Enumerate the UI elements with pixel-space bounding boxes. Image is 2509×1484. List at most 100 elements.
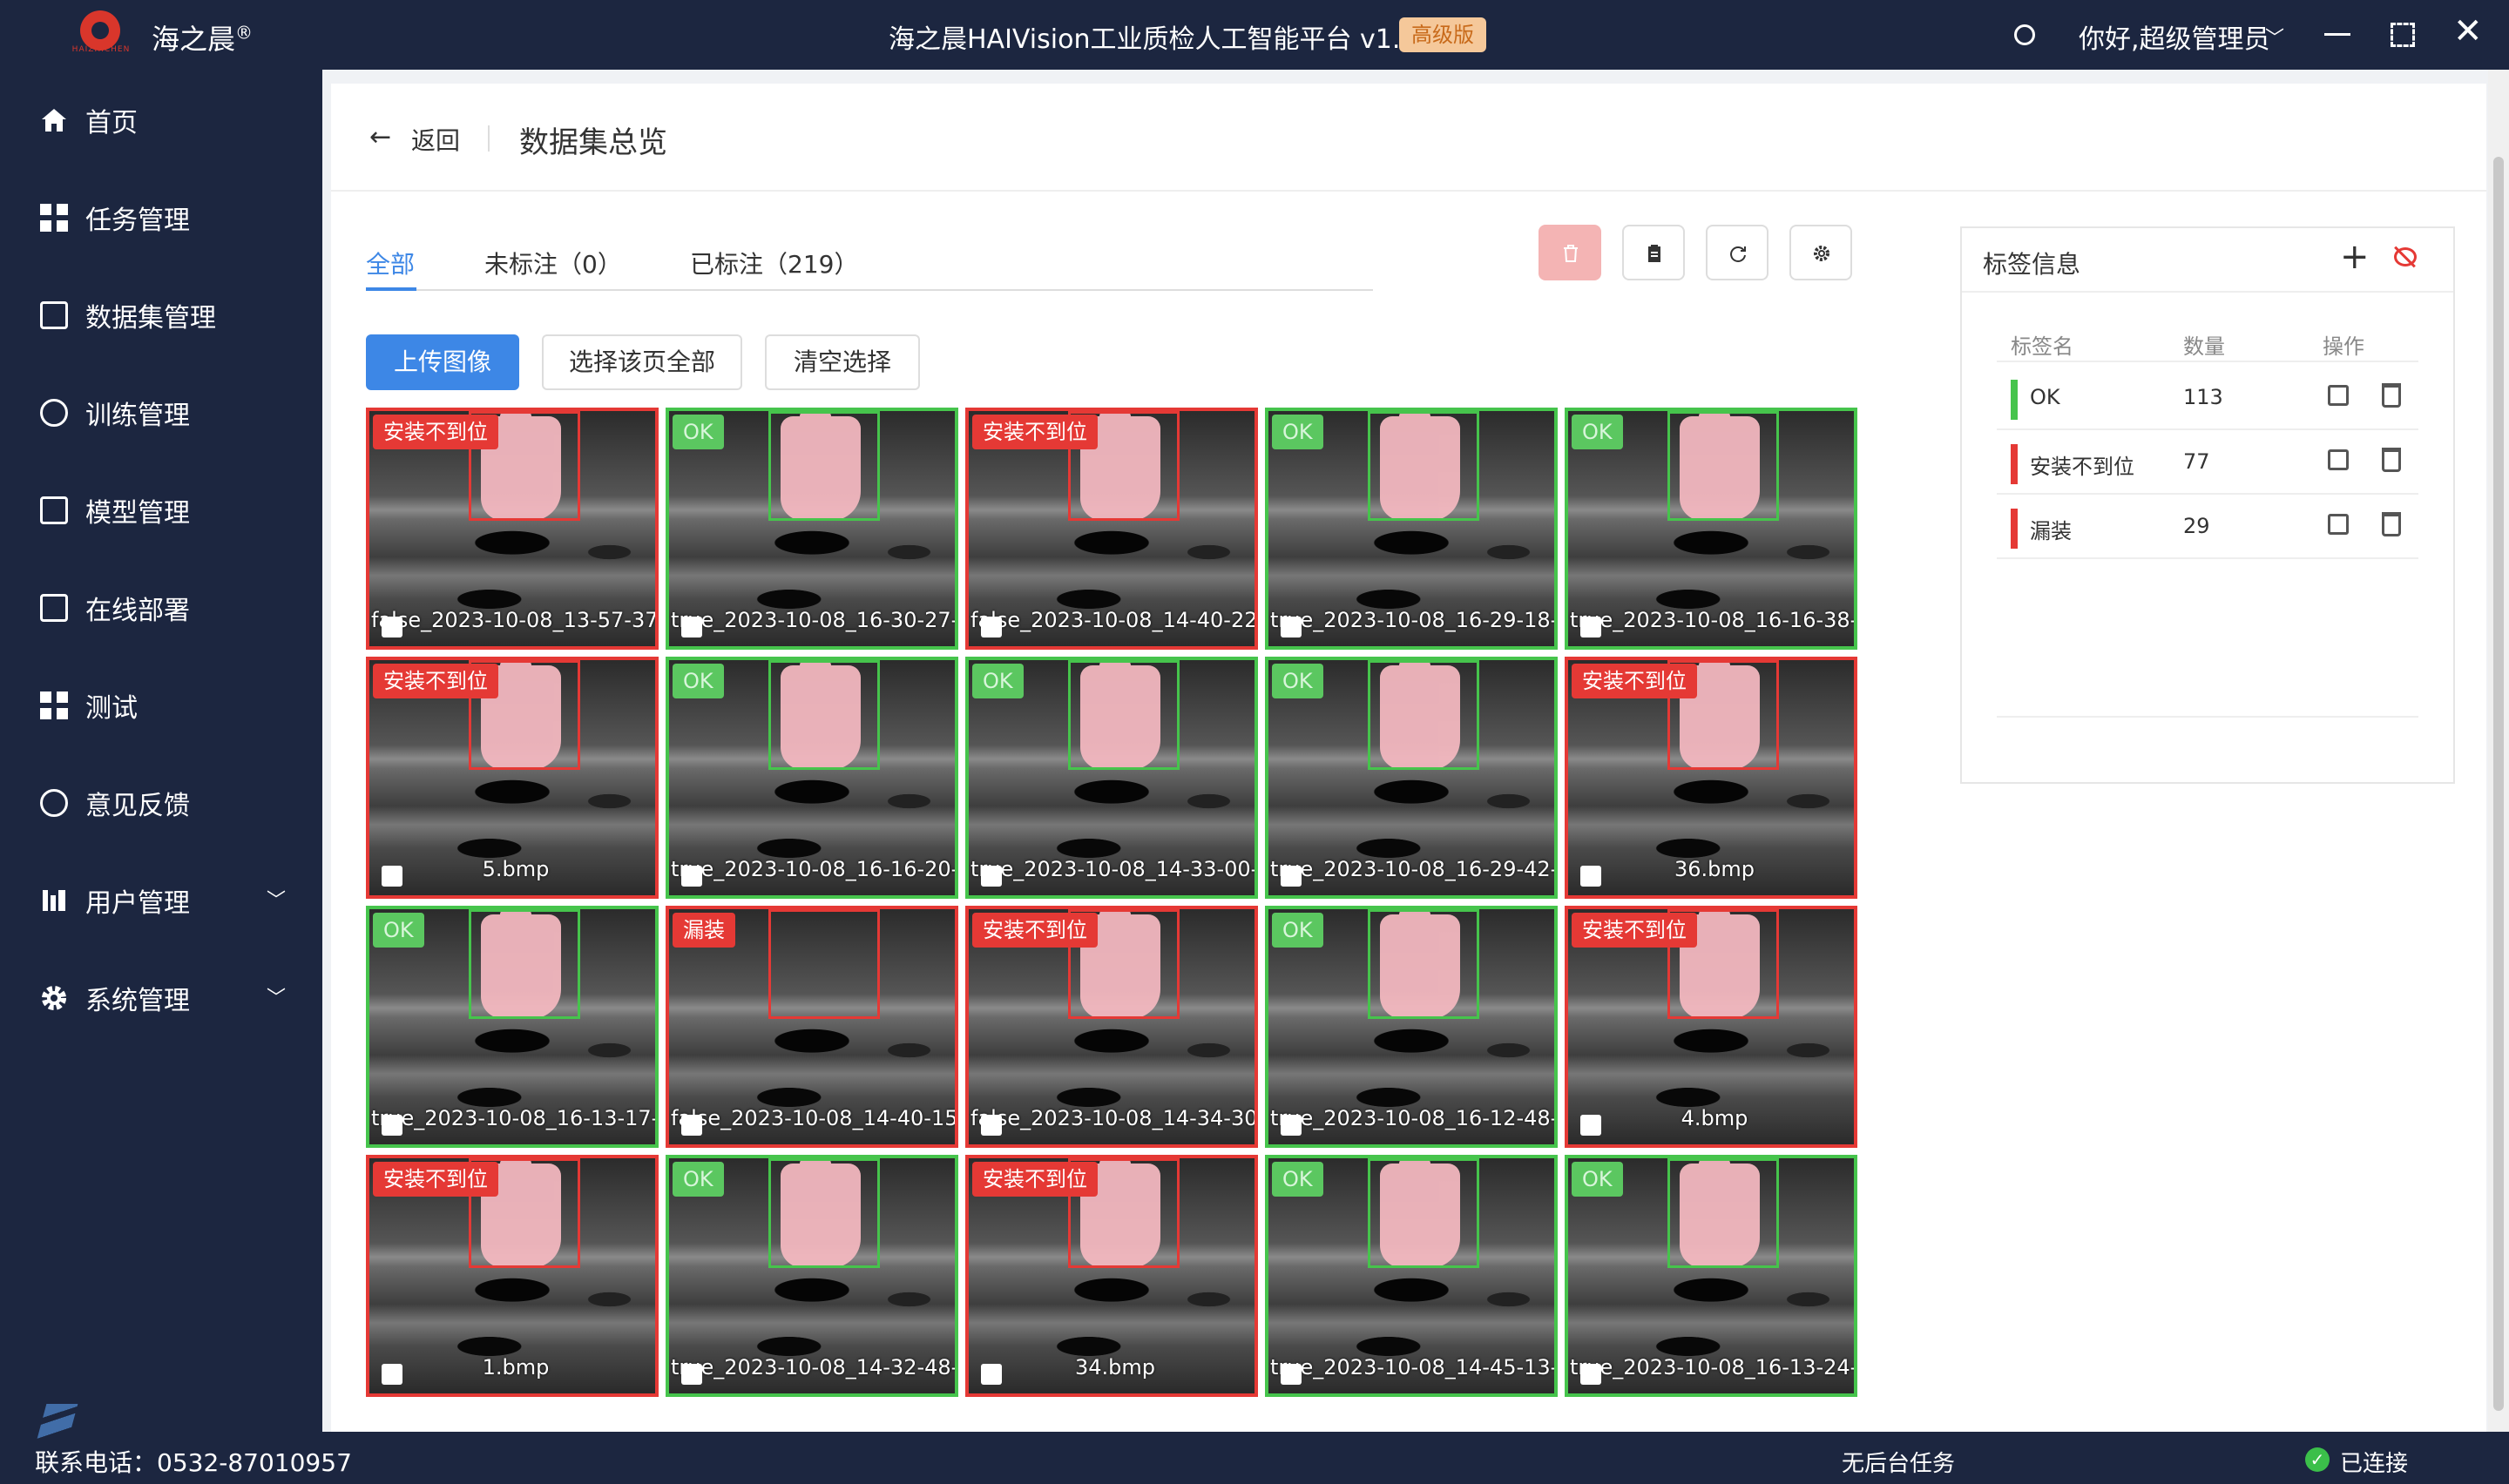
annotation-box	[469, 909, 580, 1019]
vertical-scrollbar[interactable]	[2488, 70, 2509, 1432]
back-button[interactable]: 返回	[411, 122, 460, 157]
sidebar-item-test[interactable]: 测试	[0, 655, 322, 752]
tile-checkbox[interactable]	[1580, 617, 1601, 637]
image-tile[interactable]: OK true_2023-10-08_16-12-48-3	[1265, 906, 1558, 1148]
back-arrow-icon[interactable]: ←	[369, 122, 391, 152]
user-menu[interactable]: 你好,超级管理员	[2079, 17, 2270, 56]
tile-checkbox[interactable]	[382, 1115, 402, 1136]
close-icon[interactable]: ✕	[2453, 14, 2483, 49]
label-color-swatch	[2011, 444, 2018, 484]
tile-checkbox[interactable]	[681, 1364, 702, 1385]
select-page-all-button[interactable]: 选择该页全部	[542, 334, 742, 390]
tile-checkbox[interactable]	[1281, 866, 1302, 887]
tile-checkbox[interactable]	[681, 866, 702, 887]
label-name-header: 标签名	[2011, 334, 2073, 359]
tile-filename: true_2023-10-08_14-45-13-3	[1270, 1355, 1558, 1379]
image-tile[interactable]: OK true_2023-10-08_14-33-00-9	[965, 657, 1258, 899]
clipboard-button[interactable]	[1622, 225, 1685, 280]
refresh-button[interactable]	[1706, 225, 1768, 280]
logo-subtext: HAIZHICHEN	[71, 45, 131, 54]
sidebar-item-deploy[interactable]: 在线部署	[0, 557, 322, 655]
label-info-panel: 标签信息 + 标签名 数量 操作 OK 113 安装不到位 77 漏装 29	[1960, 226, 2455, 784]
label-panel-title: 标签信息	[1983, 250, 2081, 279]
status-bar: 联系电话：0532-87010957 无后台任务 ✓ 已连接	[0, 1432, 2509, 1484]
tile-filename: 4.bmp	[1681, 1106, 1748, 1130]
tile-checkbox[interactable]	[981, 617, 1002, 637]
sidebar-item-label: 训练管理	[85, 401, 190, 431]
tile-checkbox[interactable]	[1580, 1115, 1601, 1136]
image-tile[interactable]: 安装不到位 false_2023-10-08_14-40-22-1	[965, 408, 1258, 650]
tile-checkbox[interactable]	[382, 866, 402, 887]
tile-checkbox[interactable]	[981, 1115, 1002, 1136]
tab-unlabeled[interactable]: 未标注（0）	[484, 246, 622, 280]
tile-checkbox[interactable]	[382, 1364, 402, 1385]
image-tile[interactable]: OK true_2023-10-08_16-16-38-6	[1565, 408, 1857, 650]
sidebar-item-home[interactable]: 首页	[0, 70, 322, 167]
tile-checkbox[interactable]	[1281, 1364, 1302, 1385]
sidebar-item-label: 首页	[85, 108, 138, 138]
image-tile[interactable]: 安装不到位 false_2023-10-08_14-34-30-2	[965, 906, 1258, 1148]
tile-checkbox[interactable]	[1281, 617, 1302, 637]
trash-icon[interactable]	[2382, 383, 2401, 408]
image-tile[interactable]: OK true_2023-10-08_16-29-42-7	[1265, 657, 1558, 899]
image-tile[interactable]: OK true_2023-10-08_16-16-20-5	[666, 657, 958, 899]
image-tile[interactable]: 漏装 false_2023-10-08_14-40-15-6	[666, 906, 958, 1148]
image-tile[interactable]: 安装不到位 36.bmp	[1565, 657, 1857, 899]
clear-selection-button[interactable]: 清空选择	[765, 334, 920, 390]
tile-tag: OK	[972, 664, 1024, 698]
annotation-box	[768, 1158, 880, 1268]
trash-icon[interactable]	[2382, 512, 2401, 536]
tile-checkbox[interactable]	[981, 866, 1002, 887]
edit-icon[interactable]	[2328, 449, 2349, 470]
edit-icon[interactable]	[2328, 514, 2349, 535]
tile-checkbox[interactable]	[681, 1115, 702, 1136]
sidebar-item-system[interactable]: 系统管理 ﹀	[0, 948, 322, 1045]
image-tile[interactable]: OK true_2023-10-08_16-13-24-1	[1565, 1155, 1857, 1397]
tile-filename: false_2023-10-08_14-34-30-2	[970, 1106, 1258, 1130]
image-tile[interactable]: OK true_2023-10-08_16-30-27-8	[666, 408, 958, 650]
active-tab-indicator	[366, 287, 416, 291]
tile-checkbox[interactable]	[382, 617, 402, 637]
users-icon	[43, 890, 65, 911]
delete-button[interactable]	[1539, 225, 1601, 280]
image-tile[interactable]: OK true_2023-10-08_16-29-18-1	[1265, 408, 1558, 650]
trash-icon[interactable]	[2382, 448, 2401, 472]
add-label-icon[interactable]: +	[2340, 237, 2370, 277]
image-tile[interactable]: OK true_2023-10-08_14-32-48-7	[666, 1155, 958, 1397]
edition-badge: 高级版	[1399, 17, 1486, 52]
tile-checkbox[interactable]	[1580, 866, 1601, 887]
tile-checkbox[interactable]	[981, 1364, 1002, 1385]
image-tile[interactable]: 安装不到位 4.bmp	[1565, 906, 1857, 1148]
tab-all[interactable]: 全部	[366, 246, 415, 280]
tile-tag: 安装不到位	[972, 913, 1098, 948]
gear-icon	[42, 986, 66, 1010]
maximize-icon[interactable]	[2391, 23, 2415, 47]
sidebar-item-users[interactable]: 用户管理 ﹀	[0, 850, 322, 948]
minimize-icon[interactable]	[2324, 33, 2350, 36]
tab-labeled[interactable]: 已标注（219）	[690, 246, 858, 280]
tile-checkbox[interactable]	[1281, 1115, 1302, 1136]
edit-icon[interactable]	[2328, 385, 2349, 406]
upload-images-button[interactable]: 上传图像	[366, 334, 519, 390]
sidebar-item-datasets[interactable]: 数据集管理	[0, 265, 322, 362]
image-tile[interactable]: OK true_2023-10-08_14-45-13-3	[1265, 1155, 1558, 1397]
tile-checkbox[interactable]	[1580, 1364, 1601, 1385]
sidebar-item-training[interactable]: 训练管理	[0, 362, 322, 460]
sidebar-item-tasks[interactable]: 任务管理	[0, 167, 322, 265]
chevron-down-icon[interactable]: ﹀	[2265, 23, 2284, 51]
settings-button[interactable]	[1789, 225, 1852, 280]
page-title: 数据集总览	[519, 125, 667, 160]
sidebar-item-feedback[interactable]: 意见反馈	[0, 752, 322, 850]
hide-labels-icon[interactable]	[2394, 247, 2417, 266]
image-tile[interactable]: 安装不到位 5.bmp	[366, 657, 659, 899]
image-tile[interactable]: OK true_2023-10-08_16-13-17-7	[366, 906, 659, 1148]
scrollbar-thumb[interactable]	[2493, 157, 2504, 1411]
image-tile[interactable]: 安装不到位 34.bmp	[965, 1155, 1258, 1397]
image-tile[interactable]: 安装不到位 false_2023-10-08_13-57-37-9	[366, 408, 659, 650]
tile-checkbox[interactable]	[681, 617, 702, 637]
theme-toggle-icon[interactable]	[2014, 24, 2035, 45]
image-tile[interactable]: 安装不到位 1.bmp	[366, 1155, 659, 1397]
sidebar-item-models[interactable]: 模型管理	[0, 460, 322, 557]
chevron-down-icon: ﹀	[267, 890, 287, 912]
label-count-header: 数量	[2183, 334, 2225, 359]
